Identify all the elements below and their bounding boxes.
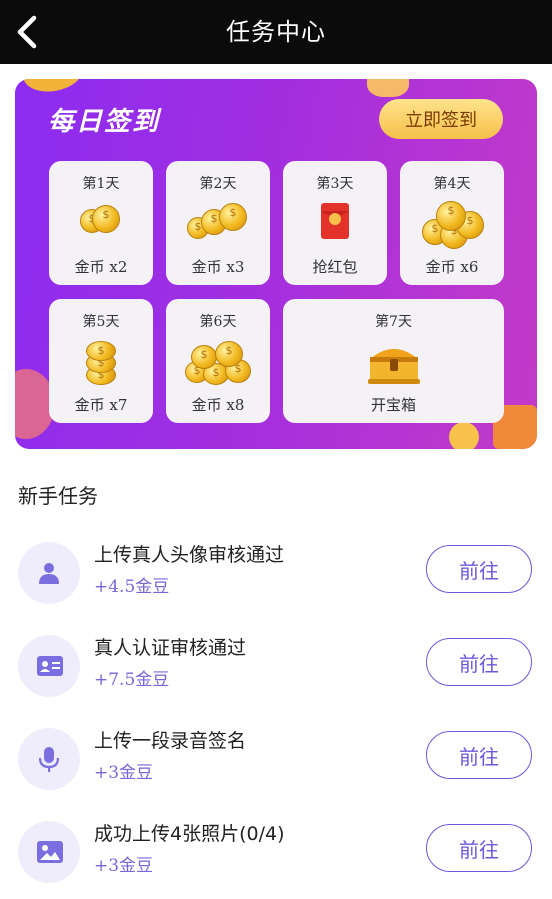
reward-label: 开宝箱 xyxy=(370,396,416,414)
checkin-title: 每日签到 xyxy=(48,107,161,137)
checkin-day-6[interactable]: 第6天 金币 x8 xyxy=(166,299,270,423)
task-name: 上传真人头像审核通过 xyxy=(94,544,285,566)
day-label: 第2天 xyxy=(199,176,237,192)
task-row: 上传真人头像审核通过 +4.5金豆 前往 xyxy=(0,530,552,620)
task-icon-wrapper xyxy=(18,821,80,883)
go-button[interactable]: 前往 xyxy=(426,824,532,872)
daily-checkin-panel: 每日签到 立即签到 第1天 金币 x2 第2天 金币 x3 第3天 抢红包 xyxy=(15,79,537,449)
go-button[interactable]: 前往 xyxy=(426,638,532,686)
checkin-day-2[interactable]: 第2天 金币 x3 xyxy=(166,161,270,285)
red-envelope-icon xyxy=(318,201,352,241)
task-reward: +7.5金豆 xyxy=(94,670,170,690)
task-reward: +3金豆 xyxy=(94,763,154,783)
user-icon xyxy=(39,563,59,584)
decorative-coin-shape xyxy=(367,79,409,97)
checkin-now-button[interactable]: 立即签到 xyxy=(379,99,503,139)
day-label: 第6天 xyxy=(199,314,237,330)
task-row: 上传一段录音签名 +3金豆 前往 xyxy=(0,716,552,806)
task-row: 成功上传4张照片(0/4) +3金豆 前往 xyxy=(0,809,552,899)
task-name: 成功上传4张照片(0/4) xyxy=(94,823,285,845)
go-button[interactable]: 前往 xyxy=(426,545,532,593)
image-icon xyxy=(37,841,63,863)
newbie-tasks-title: 新手任务 xyxy=(18,484,98,508)
header-bar: 任务中心 xyxy=(0,0,552,64)
task-reward: +4.5金豆 xyxy=(94,577,170,597)
task-icon-wrapper xyxy=(18,635,80,697)
checkin-day-7[interactable]: 第7天 开宝箱 xyxy=(283,299,504,423)
coins-icon xyxy=(80,339,122,385)
reward-label: 抢红包 xyxy=(312,258,358,276)
task-row: 真人认证审核通过 +7.5金豆 前往 xyxy=(0,623,552,713)
checkin-day-3[interactable]: 第3天 抢红包 xyxy=(283,161,387,285)
task-reward: +3金豆 xyxy=(94,856,154,876)
task-name: 上传一段录音签名 xyxy=(94,730,247,752)
reward-label: 金币 x2 xyxy=(74,258,128,276)
reward-label: 金币 x3 xyxy=(191,258,245,276)
reward-label: 金币 x7 xyxy=(74,396,128,414)
day-label: 第5天 xyxy=(82,314,120,330)
id-card-icon xyxy=(37,656,63,676)
day-label: 第1天 xyxy=(82,176,120,192)
page-title: 任务中心 xyxy=(226,18,326,46)
task-name: 真人认证审核通过 xyxy=(94,637,247,659)
coins-icon xyxy=(422,201,484,249)
coins-icon xyxy=(187,201,249,241)
treasure-chest-icon xyxy=(364,339,424,387)
microphone-icon xyxy=(38,747,60,772)
reward-label: 金币 x6 xyxy=(425,258,479,276)
checkin-day-1[interactable]: 第1天 金币 x2 xyxy=(49,161,153,285)
checkin-day-4[interactable]: 第4天 金币 x6 xyxy=(400,161,504,285)
task-icon-wrapper xyxy=(18,542,80,604)
day-label: 第7天 xyxy=(375,314,412,330)
day-label: 第4天 xyxy=(433,176,471,192)
checkin-day-5[interactable]: 第5天 金币 x7 xyxy=(49,299,153,423)
decorative-coin-shape xyxy=(20,79,86,96)
day-label: 第3天 xyxy=(316,176,354,192)
reward-label: 金币 x8 xyxy=(191,396,245,414)
go-button[interactable]: 前往 xyxy=(426,731,532,779)
task-icon-wrapper xyxy=(18,728,80,790)
decorative-coin-shape xyxy=(449,422,479,449)
coins-icon xyxy=(76,201,126,241)
coins-icon xyxy=(185,339,251,385)
